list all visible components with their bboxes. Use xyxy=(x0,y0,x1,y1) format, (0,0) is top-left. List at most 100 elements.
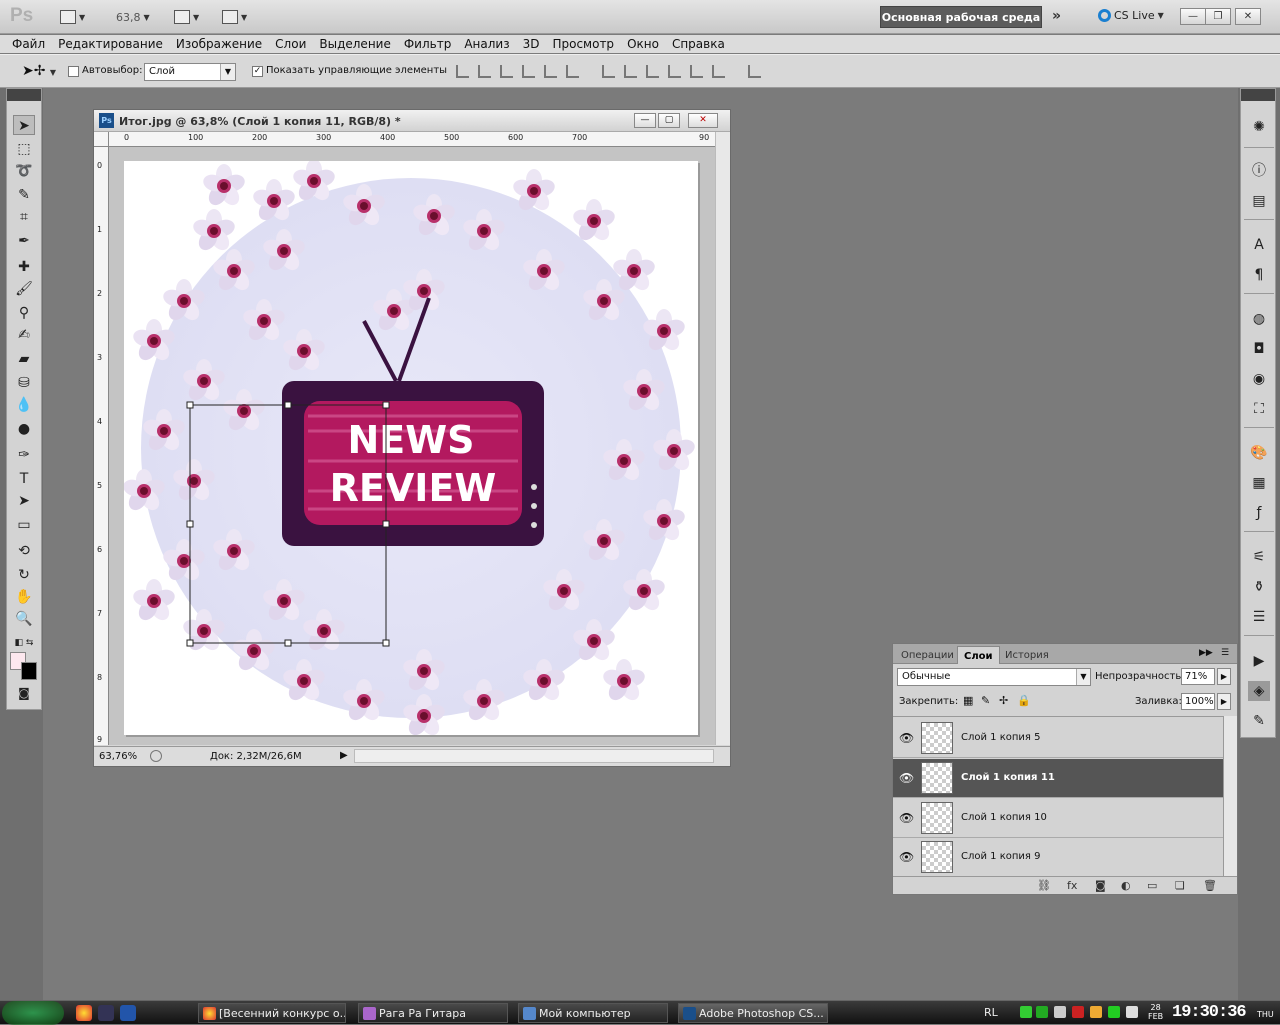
distribute-bottom-icon[interactable] xyxy=(646,65,659,78)
paragraph-panel-icon[interactable]: ¶ xyxy=(1248,265,1270,285)
distribute-hcenter-icon[interactable] xyxy=(690,65,703,78)
brush-presets-panel-icon[interactable]: ◍ xyxy=(1248,309,1270,329)
workspace-switcher-button[interactable]: Основная рабочая среда xyxy=(880,6,1042,28)
doc-maximize-button[interactable]: ▢ xyxy=(658,113,680,128)
distribute-vcenter-icon[interactable] xyxy=(624,65,637,78)
doc-minimize-button[interactable]: — xyxy=(634,113,656,128)
hand-tool-icon[interactable]: ✋ xyxy=(13,587,35,607)
swap-colors-icon[interactable]: ◧ ⇆ xyxy=(13,633,35,653)
tab-history[interactable]: История xyxy=(999,646,1055,664)
desktop-quicklaunch-icon[interactable] xyxy=(120,1005,136,1021)
quick-mask-icon[interactable]: ◙ xyxy=(13,683,35,703)
menu-filter[interactable]: Фильтр xyxy=(398,37,458,51)
clone-stamp-tool-icon[interactable]: ⚲ xyxy=(13,303,35,323)
swatches-panel-icon[interactable]: ▦ xyxy=(1248,473,1270,493)
arrange-documents-button[interactable]: ▼ xyxy=(174,7,199,27)
visibility-eye-icon[interactable]: 👁 xyxy=(899,731,914,745)
zoom-level-dropdown[interactable]: 63,8 ▼ xyxy=(116,7,150,27)
status-info-icon[interactable] xyxy=(150,750,162,762)
document-horizontal-scrollbar[interactable] xyxy=(354,749,714,763)
autoselect-target-select[interactable]: Слой ▼ xyxy=(144,63,236,81)
tools-panel-header[interactable] xyxy=(7,89,41,101)
navigator-panel-icon[interactable]: ✺ xyxy=(1248,117,1270,137)
visibility-eye-icon[interactable]: 👁 xyxy=(899,850,914,864)
distribute-left-icon[interactable] xyxy=(668,65,681,78)
align-bottom-icon[interactable] xyxy=(500,65,513,78)
image-canvas[interactable]: NEWS REVIEW xyxy=(124,161,698,735)
taskbar-item-photoshop[interactable]: Adobe Photoshop CS... xyxy=(678,1003,828,1023)
character-panel-icon[interactable]: A xyxy=(1248,235,1270,255)
transform-panel-icon[interactable]: ⛶ xyxy=(1248,399,1270,419)
tray-icon-status[interactable] xyxy=(1108,1006,1120,1018)
taskbar-item-raga[interactable]: Рага Ра Гитара xyxy=(358,1003,508,1023)
vertical-ruler[interactable]: 0 1 2 3 4 5 6 7 8 9 xyxy=(94,147,109,745)
menu-layers[interactable]: Слои xyxy=(269,37,313,51)
move-tool-preset-icon[interactable]: ➤✢ ▼ xyxy=(22,63,56,79)
layer-style-icon[interactable]: fx xyxy=(1067,879,1077,892)
language-indicator[interactable]: RL xyxy=(984,1006,998,1019)
align-hcenter-icon[interactable] xyxy=(544,65,557,78)
animation-panel-icon[interactable]: ▶ xyxy=(1248,651,1270,671)
3d-panel-icon[interactable]: ◉ xyxy=(1248,369,1270,389)
pscs-quicklaunch-icon[interactable] xyxy=(98,1005,114,1021)
show-transform-controls-checkbox[interactable]: ✓ xyxy=(252,66,263,77)
collapse-panel-icon[interactable]: ▶▶ xyxy=(1199,648,1213,658)
menu-file[interactable]: Файл xyxy=(6,37,52,51)
dodge-tool-icon[interactable]: ● xyxy=(13,419,35,439)
shape-tool-icon[interactable]: ▭ xyxy=(13,515,35,535)
launch-bridge-button[interactable]: ▼ xyxy=(60,7,85,27)
3d-orbit-tool-icon[interactable]: ↻ xyxy=(13,565,35,585)
pasteboard[interactable]: NEWS REVIEW xyxy=(109,147,715,745)
horizontal-ruler[interactable]: 0 100 200 300 400 500 600 700 90 xyxy=(109,132,715,147)
new-group-icon[interactable]: ▭ xyxy=(1147,879,1157,892)
tray-icon-volume[interactable] xyxy=(1090,1006,1102,1018)
zoom-tool-icon[interactable]: 🔍 xyxy=(13,609,35,629)
pen-tool-icon[interactable]: ✑ xyxy=(13,445,35,465)
document-vertical-scrollbar[interactable] xyxy=(715,132,730,745)
layer-row[interactable]: 👁 Слой 1 копия 5 xyxy=(893,719,1223,758)
taskbar-item-my-computer[interactable]: Мой компьютер xyxy=(518,1003,668,1023)
layers-panel-icon[interactable]: ◈ xyxy=(1248,681,1270,701)
restore-button[interactable]: ❐ xyxy=(1205,8,1231,25)
opacity-input[interactable]: 71% xyxy=(1181,668,1215,685)
status-menu-arrow-icon[interactable]: ▶ xyxy=(340,750,348,761)
lock-transparency-icon[interactable]: ▦ xyxy=(963,694,973,707)
chrome-quicklaunch-icon[interactable] xyxy=(76,1005,92,1021)
eraser-tool-icon[interactable]: ▰ xyxy=(13,349,35,369)
zoom-percentage-field[interactable]: 63,76% xyxy=(99,751,137,762)
layer-row-selected[interactable]: 👁 Слой 1 копия 11 xyxy=(893,759,1223,798)
close-button[interactable]: ✕ xyxy=(1235,8,1261,25)
paint-bucket-tool-icon[interactable]: ⛁ xyxy=(13,373,35,393)
autoselect-checkbox[interactable] xyxy=(68,66,79,77)
start-button[interactable] xyxy=(2,1001,64,1025)
new-layer-icon[interactable]: ❏ xyxy=(1175,879,1185,892)
menu-analysis[interactable]: Анализ xyxy=(458,37,516,51)
info-panel-icon[interactable]: ⓘ xyxy=(1248,161,1270,181)
opacity-slider-button[interactable]: ▶ xyxy=(1217,668,1231,685)
doc-close-button[interactable]: ✕ xyxy=(688,113,718,128)
distribute-top-icon[interactable] xyxy=(602,65,615,78)
blur-tool-icon[interactable]: 💧 xyxy=(13,395,35,415)
lock-all-icon[interactable]: 🔒 xyxy=(1017,694,1031,707)
path-selection-tool-icon[interactable]: ➤ xyxy=(13,491,35,511)
layers-scrollbar[interactable] xyxy=(1223,716,1237,876)
tray-icon-network[interactable] xyxy=(1036,1006,1048,1018)
marquee-tool-icon[interactable]: ⬚ xyxy=(13,139,35,159)
panel-menu-icon[interactable]: ☰ xyxy=(1221,648,1229,658)
blend-mode-select[interactable]: Обычные ▼ xyxy=(897,668,1091,686)
tab-actions[interactable]: Операции xyxy=(895,646,960,664)
visibility-eye-icon[interactable]: 👁 xyxy=(899,811,914,825)
taskbar-item-chrome[interactable]: [Весенний конкурс о... xyxy=(198,1003,346,1023)
healing-brush-tool-icon[interactable]: ✚ xyxy=(13,257,35,277)
align-vcenter-icon[interactable] xyxy=(478,65,491,78)
adjustment-layer-icon[interactable]: ◐ xyxy=(1121,879,1131,892)
adjustments-panel-icon[interactable]: ⚟ xyxy=(1248,547,1270,567)
delete-layer-icon[interactable]: 🗑 xyxy=(1203,879,1217,892)
more-workspaces-icon[interactable]: » xyxy=(1052,8,1061,24)
type-tool-icon[interactable]: T xyxy=(13,469,35,489)
clone-source-panel-icon[interactable]: ◘ xyxy=(1248,339,1270,359)
eyedropper-tool-icon[interactable]: ✒ xyxy=(13,231,35,251)
fill-slider-button[interactable]: ▶ xyxy=(1217,693,1231,710)
screen-mode-button[interactable]: ▼ xyxy=(222,7,247,27)
histogram-panel-icon[interactable]: ▤ xyxy=(1248,191,1270,211)
